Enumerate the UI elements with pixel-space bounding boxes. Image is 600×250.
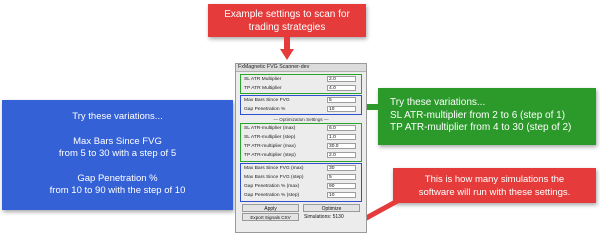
setting-label: TP ATR Multiplier <box>244 85 282 91</box>
optimization-label: SL ATR-multiplier (max) <box>244 125 296 131</box>
setting-label: Max Bars Since FVG <box>244 97 290 103</box>
optimization-label: TP ATR-multiplier (step) <box>244 152 296 158</box>
setting-label: SL ATR Multiplier <box>244 76 282 82</box>
setting-row: Gap Penetration % 10 <box>242 106 360 114</box>
optimization-input[interactable]: 30 <box>327 165 356 172</box>
callout-variations-left: Try these variations... Max Bars Since F… <box>2 100 233 210</box>
optimization-row: SL ATR-multiplier (step) 1.0 <box>242 134 360 142</box>
callout-variations-right: Try these variations... SL ATR-multiplie… <box>378 88 596 145</box>
callout-line: from 5 to 30 with a step of 5 <box>58 148 177 159</box>
optimization-row: Max Bars Since FVG (step) 5 <box>242 174 360 182</box>
optimization-row: TP ATR-multiplier (step) 2.0 <box>242 152 360 160</box>
callout-line: This is how many simulations the <box>424 174 565 185</box>
setting-label: Gap Penetration % <box>244 106 286 112</box>
optimization-label: Max Bars Since FVG (step) <box>244 174 304 180</box>
setting-input[interactable]: 5 <box>327 97 356 104</box>
simulations-count: Simulations: 5130 <box>304 214 344 220</box>
optimization-input[interactable]: 30.0 <box>327 143 356 150</box>
callout-line: from 10 to 90 with the step of 10 <box>49 185 186 196</box>
callout-simulation-count: This is how many simulations the softwar… <box>393 168 596 203</box>
setting-row: TP ATR Multiplier 4.0 <box>242 85 360 93</box>
optimization-label: Gap Penetration % (max) <box>244 183 300 189</box>
optimization-label: TP ATR-multiplier (max) <box>244 143 296 149</box>
optimization-label: Gap Penetration % (step) <box>244 192 300 198</box>
optimization-label: SL ATR-multiplier (step) <box>244 134 296 140</box>
optimize-button[interactable]: Optimize <box>303 203 360 212</box>
optimization-row: Gap Penetration % (max) 90 <box>242 183 360 191</box>
optimization-input[interactable]: 1.0 <box>327 134 356 141</box>
apply-button[interactable]: Apply <box>242 203 299 212</box>
scanner-window: FxMagnetic FVG Scanner-dev SL ATR Multip… <box>235 63 367 233</box>
optimization-input[interactable]: 6.0 <box>327 125 356 132</box>
callout-line: Example settings to scan for <box>224 9 350 20</box>
setting-input[interactable]: 10 <box>327 106 356 113</box>
callout-line: Max Bars Since FVG <box>73 135 162 147</box>
window-title: FxMagnetic FVG Scanner-dev <box>236 64 366 72</box>
setting-row: Max Bars Since FVG 5 <box>242 97 360 105</box>
callout-line: SL ATR-multiplier from 2 to 6 (step of 1… <box>390 109 566 121</box>
optimization-row: SL ATR-multiplier (max) 6.0 <box>242 125 360 133</box>
setting-row: SL ATR Multiplier 2.0 <box>242 76 360 84</box>
optimization-row: TP ATR-multiplier (max) 30.0 <box>242 143 360 151</box>
setting-input[interactable]: 2.0 <box>327 76 356 83</box>
callout-line: software will run with these settings. <box>418 187 571 198</box>
arrow-down-icon <box>280 37 294 60</box>
optimization-row: Max Bars Since FVG (max) 30 <box>242 165 360 173</box>
callout-line: trading strategies <box>248 22 326 33</box>
optimization-input[interactable]: 2.0 <box>327 152 356 159</box>
export-signals-button[interactable]: Export Signals CSV <box>242 212 299 221</box>
setting-input[interactable]: 4.0 <box>327 85 356 92</box>
optimization-input[interactable]: 10 <box>327 192 356 199</box>
callout-line: Gap Penetration % <box>77 172 158 184</box>
callout-heading: Try these variations... <box>390 97 486 108</box>
optimization-input[interactable]: 90 <box>327 183 356 190</box>
section-separator: — Optimization Settings — <box>273 117 329 122</box>
callout-line: TP ATR-multiplier from 4 to 30 (step of … <box>390 122 572 133</box>
optimization-row: Gap Penetration % (step) 10 <box>242 192 360 200</box>
optimization-input[interactable]: 5 <box>327 174 356 181</box>
callout-heading: Try these variations... <box>72 111 163 122</box>
optimization-label: Max Bars Since FVG (max) <box>244 165 304 171</box>
callout-scan-settings: Example settings to scan for trading str… <box>208 4 366 37</box>
